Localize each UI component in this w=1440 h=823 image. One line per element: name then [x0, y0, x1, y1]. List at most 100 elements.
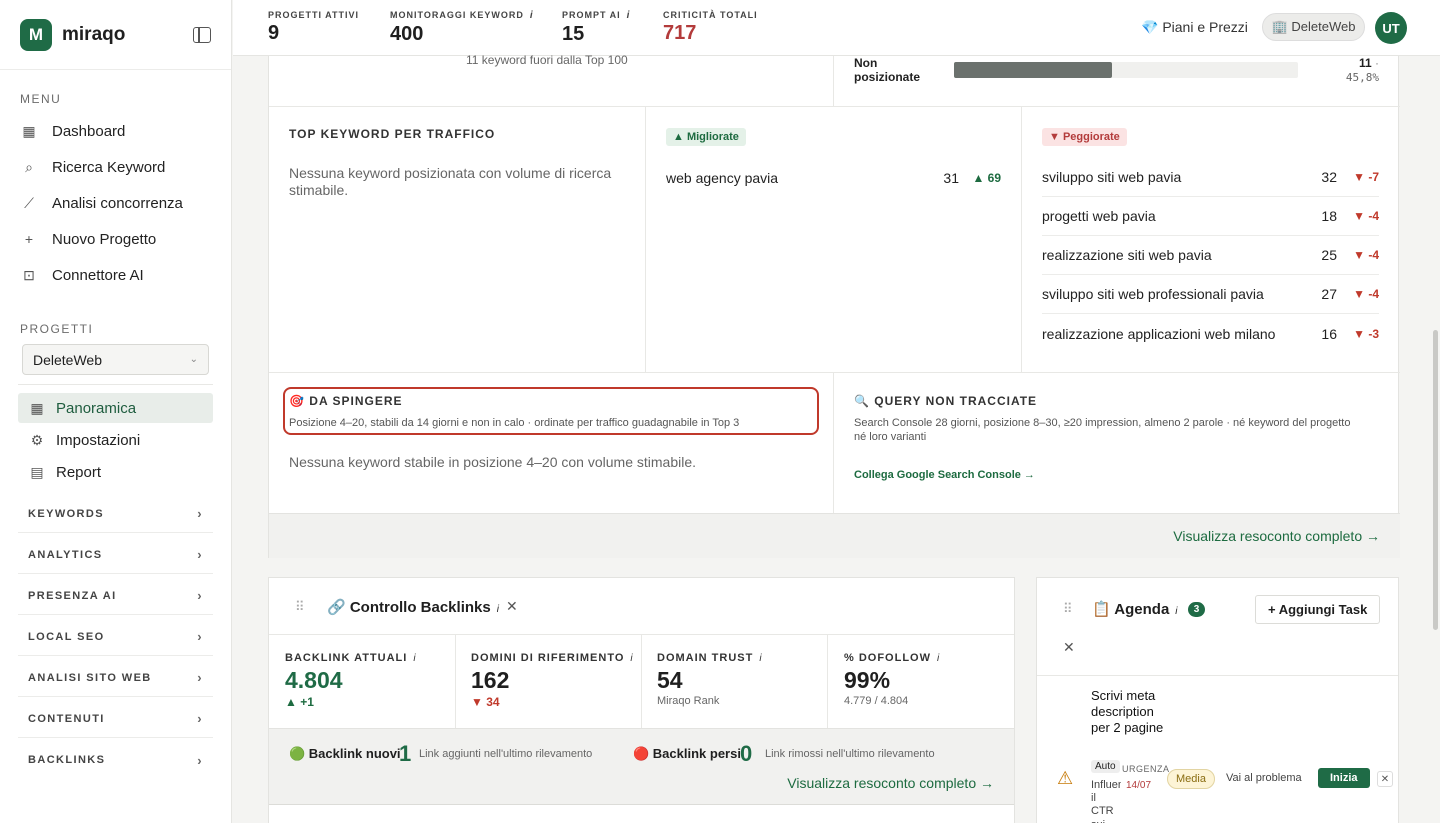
workspace-button[interactable]: 🏢 DeleteWeb: [1262, 13, 1365, 41]
agenda-card: ⠿ 📋 Agenda i 3 + Aggiungi Task ✕ ⚠ Scrivi…: [1036, 577, 1399, 823]
project-nav-panoramica[interactable]: ▦ Panoramica: [18, 393, 213, 423]
divider: [1021, 107, 1022, 372]
task-title[interactable]: Scrivi meta description per 2 pagine: [1091, 688, 1167, 736]
group-analisi-sito-web[interactable]: ANALISI SITO WEB ›: [18, 659, 213, 697]
group-backlinks[interactable]: BACKLINKS ›: [18, 741, 213, 779]
divider: [269, 804, 1014, 805]
full-report-link[interactable]: Visualizza resoconto completo →: [1173, 528, 1380, 544]
stat-label: PROGETTI ATTIVI: [268, 10, 359, 20]
push-empty: Nessuna keyword stabile in posizione 4–2…: [289, 454, 696, 470]
logo-row: M miraqo: [0, 0, 231, 70]
drag-handle-icon[interactable]: ⠿: [295, 599, 305, 615]
go-to-problem-link[interactable]: Vai al problema: [1226, 772, 1302, 784]
worsened-badge-label: ▼ Peggiorate: [1042, 128, 1127, 146]
kpi-domini-riferimento: DOMINI DI RIFERIMENTO i 162 ▼ 34: [471, 634, 641, 728]
non-pos-bar: [954, 62, 1298, 78]
stat-criticita-totali: CRITICITÀ TOTALI 717: [663, 10, 758, 45]
add-task-button[interactable]: + Aggiungi Task: [1255, 595, 1381, 624]
worsened-row[interactable]: realizzazione siti web pavia 25 ▼ -4: [1042, 236, 1379, 275]
nav-label: Report: [56, 463, 102, 481]
plans-link[interactable]: 💎 Piani e Prezzi: [1141, 19, 1248, 36]
nav-label: Dashboard: [52, 122, 126, 140]
group-label: ANALISI SITO WEB: [28, 671, 152, 684]
scrollbar[interactable]: [1433, 330, 1438, 630]
worsened-row[interactable]: sviluppo siti web pavia 32 ▼ -7: [1042, 158, 1379, 197]
kpi-label: % DOFOLLOW: [844, 652, 931, 664]
chevron-right-icon: ›: [197, 547, 203, 562]
new-backlinks-desc: Link aggiunti nell'ultimo rilevamento: [419, 748, 593, 760]
group-analytics[interactable]: ANALYTICS ›: [18, 536, 213, 574]
keyword: sviluppo siti web professionali pavia: [1042, 286, 1264, 302]
info-icon[interactable]: i: [497, 604, 499, 615]
nav-label: Ricerca Keyword: [52, 158, 166, 176]
kpi-sub: 4.779 / 4.804: [844, 695, 909, 707]
project-nav-report[interactable]: ▤ Report: [18, 457, 213, 487]
info-icon[interactable]: i: [1175, 606, 1177, 617]
group-local-seo[interactable]: LOCAL SEO ›: [18, 618, 213, 656]
stat-value: 15: [562, 23, 585, 45]
kpi-backlink-attuali: BACKLINK ATTUALI i 4.804 ▲ +1: [285, 634, 455, 728]
divider: [455, 634, 456, 728]
start-task: Inizia: [1318, 768, 1370, 788]
nav-label: Analisi concorrenza: [52, 194, 183, 212]
backlinks-full-report-link[interactable]: Visualizza resoconto completo →: [787, 775, 994, 791]
improved-badge-label: ▲ Migliorate: [666, 128, 746, 146]
nav-item-analisi-concorrenza[interactable]: ⟋ Analisi concorrenza: [20, 188, 183, 218]
group-keywords[interactable]: KEYWORDS ›: [18, 495, 213, 533]
delta-down: ▼ -7: [1353, 170, 1379, 184]
connect-gsc-link[interactable]: Collega Google Search Console →: [854, 469, 1035, 481]
chevron-right-icon: ›: [197, 588, 203, 603]
close-icon[interactable]: ✕: [1063, 639, 1075, 656]
traffic-empty: Nessuna keyword posizionata con volume d…: [289, 165, 612, 198]
worsened-row[interactable]: progetti web pavia 18 ▼ -4: [1042, 197, 1379, 236]
position: 18: [1321, 208, 1337, 224]
kpi-delta: ▼ 34: [471, 695, 500, 709]
kpi-value: 99%: [844, 667, 891, 693]
close-icon[interactable]: ✕: [506, 598, 518, 615]
sidebar-toggle-icon[interactable]: [193, 26, 211, 43]
drag-handle-icon[interactable]: ⠿: [1063, 601, 1073, 617]
out-of-top100-note: 11 keyword fuori dalla Top 100: [466, 53, 628, 67]
push-desc: Posizione 4–20, stabili da 14 giorni e n…: [289, 417, 740, 429]
start-task-button[interactable]: Inizia: [1318, 768, 1370, 788]
agenda-title-text: 📋 Agenda: [1092, 601, 1170, 618]
info-icon[interactable]: i: [627, 10, 631, 21]
info-icon[interactable]: i: [413, 653, 416, 664]
non-pos-count: 11: [1358, 56, 1372, 70]
keyword: sviluppo siti web pavia: [1042, 169, 1182, 185]
nav-item-ricerca-keyword[interactable]: ⌕ Ricerca Keyword: [20, 152, 165, 182]
worsened-row[interactable]: realizzazione applicazioni web milano 16…: [1042, 314, 1379, 353]
nav-item-dashboard[interactable]: ▦ Dashboard: [20, 116, 125, 146]
brand-name[interactable]: miraqo: [62, 24, 193, 46]
group-contenuti[interactable]: CONTENUTI ›: [18, 700, 213, 738]
kpi-label: BACKLINK ATTUALI: [285, 652, 408, 664]
avatar[interactable]: UT: [1375, 12, 1407, 44]
group-label: LOCAL SEO: [28, 630, 105, 643]
dismiss-task-icon[interactable]: ✕: [1377, 771, 1393, 787]
stat-label: PROMPT AI: [562, 10, 621, 20]
worsened-row[interactable]: sviluppo siti web professionali pavia 27…: [1042, 275, 1379, 314]
info-icon[interactable]: i: [530, 10, 534, 21]
project-nav-impostazioni[interactable]: ⚙ Impostazioni: [18, 425, 213, 455]
info-icon[interactable]: i: [759, 653, 762, 664]
search-icon: ⌕: [25, 158, 33, 175]
project-select[interactable]: DeleteWeb ⌄: [22, 344, 209, 375]
delta-down: ▼ -3: [1353, 326, 1379, 341]
nav-item-connettore-ai[interactable]: ⊡ Connettore AI: [20, 260, 144, 290]
info-icon[interactable]: i: [630, 653, 633, 664]
logo-icon[interactable]: M: [20, 18, 52, 51]
keyword: web agency pavia: [666, 169, 779, 186]
chevron-right-icon: ›: [197, 629, 203, 644]
position: 16: [1321, 325, 1337, 342]
group-presenza-ai[interactable]: PRESENZA AI ›: [18, 577, 213, 615]
info-icon[interactable]: i: [937, 653, 940, 664]
improved-row[interactable]: web agency pavia 31 ▲ 69: [666, 158, 1001, 197]
stat-label: CRITICITÀ TOTALI: [663, 10, 758, 20]
agenda-title: 📋 Agenda i 3: [1092, 600, 1206, 618]
nav-item-nuovo-progetto[interactable]: + Nuovo Progetto: [20, 224, 156, 254]
stat-prompt-ai: PROMPT AI i 15: [562, 10, 630, 46]
keyword: realizzazione siti web pavia: [1042, 247, 1212, 263]
nav-label: Panoramica: [56, 399, 137, 417]
kpi-value: 4.804: [285, 667, 343, 693]
plus-icon: +: [24, 231, 34, 247]
